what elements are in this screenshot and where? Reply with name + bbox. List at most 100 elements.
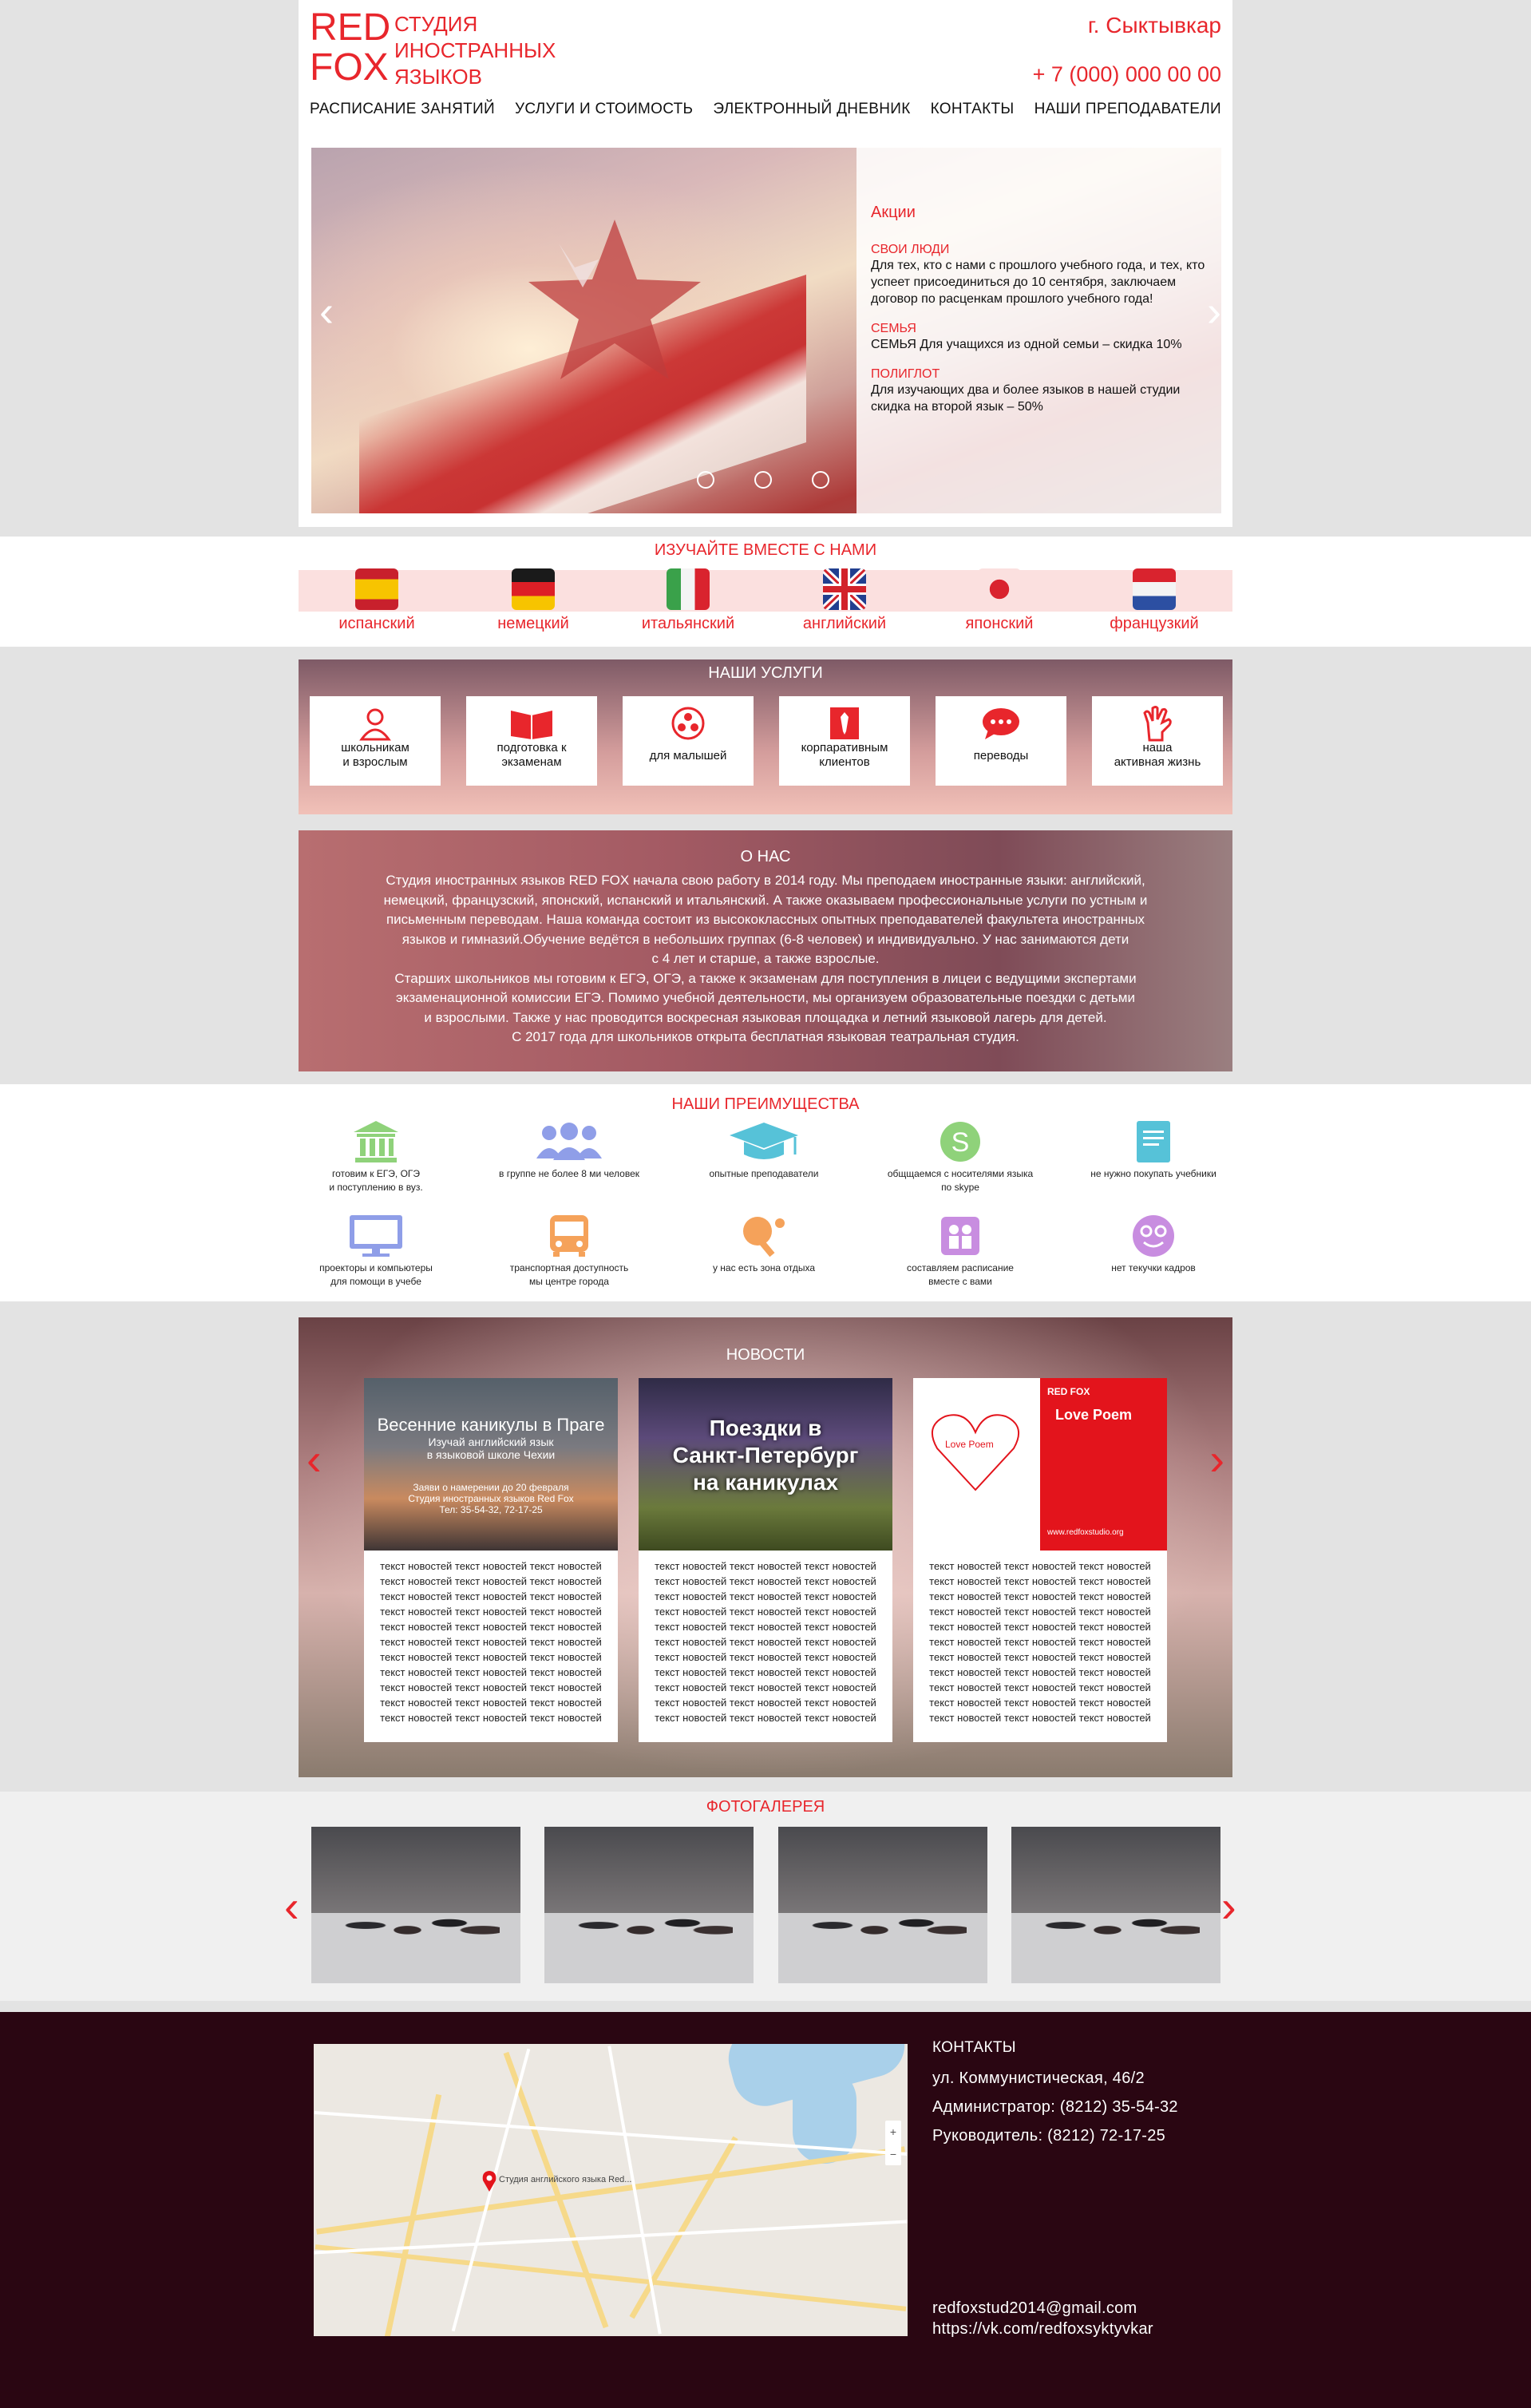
nav-services[interactable]: УСЛУГИ И СТОИМОСТЬ — [515, 101, 693, 125]
news-text-line: текст новостей текст новостей текст ново… — [655, 1590, 876, 1602]
news-text-line: текст новостей текст новостей текст ново… — [929, 1636, 1151, 1648]
contact-map[interactable]: Студия английского языка Red... + − — [314, 2044, 908, 2336]
service-label: и взрослым — [342, 755, 408, 769]
nav-schedule[interactable]: РАСПИСАНИЕ ЗАНЯТИЙ — [310, 101, 495, 125]
news-text-line: текст новостей текст новостей текст ново… — [929, 1712, 1151, 1724]
language-label: французкий — [1110, 615, 1199, 632]
news-text-line: текст новостей текст новостей текст ново… — [380, 1712, 602, 1724]
contacts-admin-phone[interactable]: Администратор: (8212) 35-54-32 — [932, 2098, 1178, 2117]
news-text-line: текст новостей текст новостей текст ново… — [929, 1575, 1151, 1587]
languages-title: ИЗУЧАЙТЕ ВМЕСТЕ С НАМИ — [654, 541, 877, 559]
map-pin-icon[interactable] — [481, 2170, 497, 2192]
slider-prev-arrow[interactable]: ‹ — [319, 287, 334, 335]
gallery-photo[interactable] — [311, 1827, 520, 1983]
slider-dots — [697, 471, 829, 489]
person-icon — [359, 708, 391, 741]
service-label: клиентов — [819, 755, 870, 769]
service-kids[interactable]: для малышей — [623, 696, 754, 786]
service-label: наша — [1142, 741, 1173, 754]
news-text-line: текст новостей текст новостей текст ново… — [929, 1560, 1151, 1572]
slider-dot[interactable] — [812, 471, 829, 489]
advantage-item: проекторы и компьютеры для помощи в учеб… — [292, 1212, 460, 1287]
contacts-address: ул. Коммунистическая, 46/2 — [932, 2069, 1145, 2087]
hand-icon — [1143, 706, 1172, 742]
news-text-line: текст новостей текст новостей текст ново… — [655, 1606, 876, 1618]
news-image-text: Love Poem — [945, 1439, 994, 1450]
language-italian[interactable]: итальянский — [624, 568, 752, 633]
about-line: С 2017 года для школьников открыта беспл… — [512, 1029, 1019, 1044]
news-text-line: текст новостей текст новостей текст ново… — [655, 1681, 876, 1693]
news-text-line: текст новостей текст новостей текст ново… — [380, 1651, 602, 1663]
chat-icon — [983, 708, 1019, 739]
gallery-photo[interactable] — [778, 1827, 987, 1983]
promo-item-text: Для изучающих два и более языков в нашей… — [871, 383, 1181, 414]
contacts-vk-link[interactable]: https://vk.com/redfoxsyktyvkar — [932, 2320, 1153, 2339]
textbook-icon — [1137, 1121, 1170, 1162]
spain-flag-icon — [355, 568, 398, 610]
news-card[interactable]: Love Poem RED FOX Love Poem www.redfoxst… — [913, 1378, 1167, 1742]
service-translation[interactable]: переводы — [936, 696, 1066, 786]
service-corporate[interactable]: корпаративным клиентов — [779, 696, 910, 786]
news-card[interactable]: Весенние каникулы в Праге Изучай английс… — [364, 1378, 618, 1742]
about-line: языков и гимназий.Обучение ведётся в неб… — [402, 931, 1129, 947]
contacts-email[interactable]: redfoxstud2014@gmail.com — [932, 2299, 1137, 2318]
slider-dot[interactable] — [697, 471, 714, 489]
news-image-text: www.redfoxstudio.org — [1047, 1528, 1124, 1537]
gallery-photo[interactable] — [544, 1827, 754, 1983]
logo-subtitle: СТУДИЯ ИНОСТРАННЫХ ЯЗЫКОВ — [394, 11, 556, 90]
news-prev-arrow[interactable]: ‹ — [307, 1437, 322, 1482]
service-label: активная жизнь — [1114, 755, 1201, 769]
news-title: НОВОСТИ — [726, 1346, 805, 1364]
logo-red: RED — [310, 6, 391, 49]
gallery-photo[interactable] — [1011, 1827, 1220, 1983]
phone[interactable]: + 7 (000) 000 00 00 — [1033, 62, 1221, 87]
japan-flag-icon — [978, 568, 1021, 610]
news-next-arrow[interactable]: › — [1209, 1437, 1224, 1482]
book-icon — [511, 711, 552, 739]
gallery-section — [0, 1792, 1531, 2001]
bus-icon — [550, 1215, 588, 1257]
ping-pong-icon — [743, 1217, 785, 1257]
language-japanese[interactable]: японский — [936, 568, 1063, 633]
about-line: письменным переводам. Наша команда состо… — [386, 912, 1145, 927]
news-text-line: текст новостей текст новостей текст ново… — [929, 1697, 1151, 1709]
slider-dot[interactable] — [754, 471, 772, 489]
contacts-head-phone[interactable]: Руководитель: (8212) 72-17-25 — [932, 2127, 1165, 2145]
gallery-prev-arrow[interactable]: ‹ — [284, 1884, 299, 1929]
advantage-label: нет текучки кадров — [1111, 1262, 1196, 1273]
news-text-line: текст новостей текст новостей текст ново… — [380, 1621, 602, 1633]
news-text-line: текст новостей текст новостей текст ново… — [929, 1651, 1151, 1663]
advantage-item: транспортная доступность мы центре город… — [485, 1212, 653, 1287]
services-section: НАШИ УСЛУГИ школьникам и взрослым подгот… — [299, 659, 1232, 814]
language-spanish[interactable]: испанский — [313, 568, 441, 633]
news-image-text: Заяви о намерении до 20 февраля — [413, 1482, 569, 1493]
gallery-next-arrow[interactable]: › — [1221, 1884, 1236, 1929]
news-text: текст новостей текст новостей текст ново… — [364, 1551, 618, 1725]
language-french[interactable]: французкий — [1090, 568, 1218, 633]
slider-next-arrow[interactable]: › — [1207, 287, 1221, 335]
advantage-label: общщаемся с носителями языка — [887, 1168, 1034, 1179]
news-text-line: текст новостей текст новостей текст ново… — [655, 1621, 876, 1633]
promo-item-text: Для тех, кто с нами с прошлого учебного … — [871, 259, 1205, 306]
news-card[interactable]: Поездки в Санкт-Петербург на каникулах т… — [639, 1378, 892, 1742]
service-exam-prep[interactable]: подготовка к экзаменам — [466, 696, 597, 786]
logo[interactable]: RED FOX — [310, 8, 390, 88]
news-section: НОВОСТИ ‹ › Весенние каникулы в Праге Из… — [299, 1317, 1232, 1777]
nav-contacts[interactable]: КОНТАКТЫ — [931, 101, 1015, 125]
news-text-line: текст новостей текст новостей текст ново… — [380, 1606, 602, 1618]
news-image-text: в языковой школе Чехии — [426, 1448, 556, 1461]
news-text-line: текст новостей текст новостей текст ново… — [380, 1590, 602, 1602]
gallery-title: ФОТОГАЛЕРЕЯ — [706, 1798, 825, 1816]
hero-slider: ‹ Акции СВОИ ЛЮДИ Для тех, кто с нами с … — [311, 148, 1221, 513]
service-students-adults[interactable]: школьникам и взрослым — [310, 696, 441, 786]
language-english[interactable]: английский — [781, 568, 908, 633]
map-zoom-controls[interactable]: + − — [885, 2121, 901, 2165]
nav-teachers[interactable]: НАШИ ПРЕПОДАВАТЕЛИ — [1035, 101, 1221, 125]
service-label: подготовка к — [496, 741, 567, 754]
service-active-life[interactable]: наша активная жизнь — [1092, 696, 1223, 786]
news-text-line: текст новостей текст новостей текст ново… — [655, 1666, 876, 1678]
map-label: Студия английского языка Red... — [499, 2175, 632, 2184]
language-german[interactable]: немецкий — [469, 568, 597, 633]
nav-diary[interactable]: ЭЛЕКТРОННЫЙ ДНЕВНИК — [713, 101, 910, 125]
skype-icon: S — [940, 1122, 980, 1162]
